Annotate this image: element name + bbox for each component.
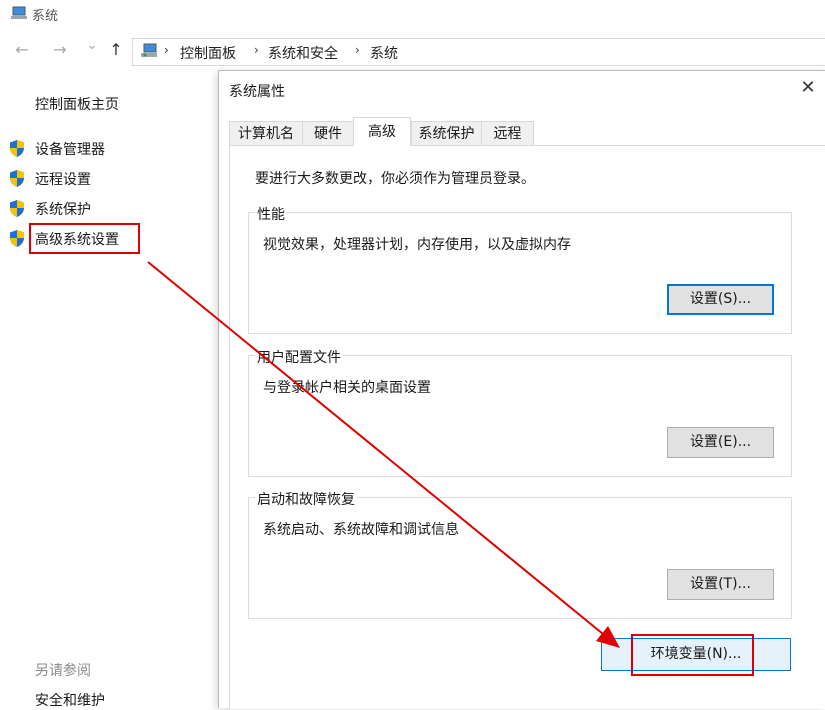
dialog-title: 系统属性 bbox=[229, 84, 285, 100]
user-profiles-description: 与登录帐户相关的桌面设置 bbox=[263, 380, 431, 396]
performance-group bbox=[248, 212, 792, 334]
forward-button[interactable]: → bbox=[50, 40, 70, 59]
tab-remote[interactable]: 远程 bbox=[481, 121, 534, 145]
startup-recovery-group bbox=[248, 497, 792, 619]
performance-description: 视觉效果，处理器计划，内存使用，以及虚拟内存 bbox=[263, 237, 571, 253]
user-profiles-group-title: 用户配置文件 bbox=[255, 347, 343, 367]
tab-computer-name[interactable]: 计算机名 bbox=[229, 121, 303, 145]
system-properties-dialog: 系统属性 ✕ 计算机名 硬件 高级 系统保护 远程 要进行大多数更改，你必须作为… bbox=[218, 70, 825, 709]
annotation-highlight-box bbox=[631, 634, 754, 676]
sidebar-control-panel-home[interactable]: 控制面板主页 bbox=[35, 94, 119, 114]
back-button[interactable]: ← bbox=[12, 40, 32, 59]
close-icon[interactable]: ✕ bbox=[796, 77, 820, 101]
breadcrumb-separator: › bbox=[254, 43, 259, 57]
control-panel-icon bbox=[141, 43, 157, 57]
sidebar-item-system-protection[interactable]: 系统保护 bbox=[35, 199, 91, 219]
sidebar-item-security-and-maintenance[interactable]: 安全和维护 bbox=[35, 690, 105, 710]
performance-group-title: 性能 bbox=[255, 204, 287, 224]
breadcrumb-system-and-security[interactable]: 系统和安全 bbox=[268, 43, 338, 63]
startup-recovery-settings-button[interactable]: 设置(T)... bbox=[667, 569, 774, 600]
startup-recovery-description: 系统启动、系统故障和调试信息 bbox=[263, 522, 459, 538]
breadcrumb-separator: › bbox=[164, 43, 169, 57]
user-profiles-settings-button[interactable]: 设置(E)... bbox=[667, 427, 774, 458]
sidebar-item-device-manager[interactable]: 设备管理器 bbox=[35, 139, 105, 159]
uac-shield-icon bbox=[10, 200, 24, 217]
uac-shield-icon bbox=[10, 140, 24, 157]
tab-advanced[interactable]: 高级 bbox=[353, 117, 411, 146]
tab-hardware[interactable]: 硬件 bbox=[302, 121, 354, 145]
sidebar-item-remote-settings[interactable]: 远程设置 bbox=[35, 169, 91, 189]
performance-settings-button[interactable]: 设置(S)... bbox=[667, 284, 774, 315]
startup-recovery-group-title: 启动和故障恢复 bbox=[255, 489, 357, 509]
breadcrumb-system[interactable]: 系统 bbox=[370, 43, 398, 63]
history-dropdown-button[interactable]: ⌄ bbox=[82, 38, 102, 53]
window-title: 系统 bbox=[32, 9, 59, 24]
computer-icon bbox=[11, 6, 27, 19]
breadcrumb-control-panel[interactable]: 控制面板 bbox=[180, 43, 236, 63]
annotation-highlight-box bbox=[29, 223, 140, 254]
uac-shield-icon bbox=[10, 230, 24, 247]
user-profiles-group bbox=[248, 355, 792, 477]
uac-shield-icon bbox=[10, 170, 24, 187]
breadcrumb-separator: › bbox=[355, 43, 360, 57]
admin-note: 要进行大多数更改，你必须作为管理员登录。 bbox=[255, 171, 535, 187]
see-also-heading: 另请参阅 bbox=[35, 663, 91, 679]
up-button[interactable]: ↑ bbox=[106, 40, 126, 59]
tab-system-protection[interactable]: 系统保护 bbox=[411, 121, 482, 145]
